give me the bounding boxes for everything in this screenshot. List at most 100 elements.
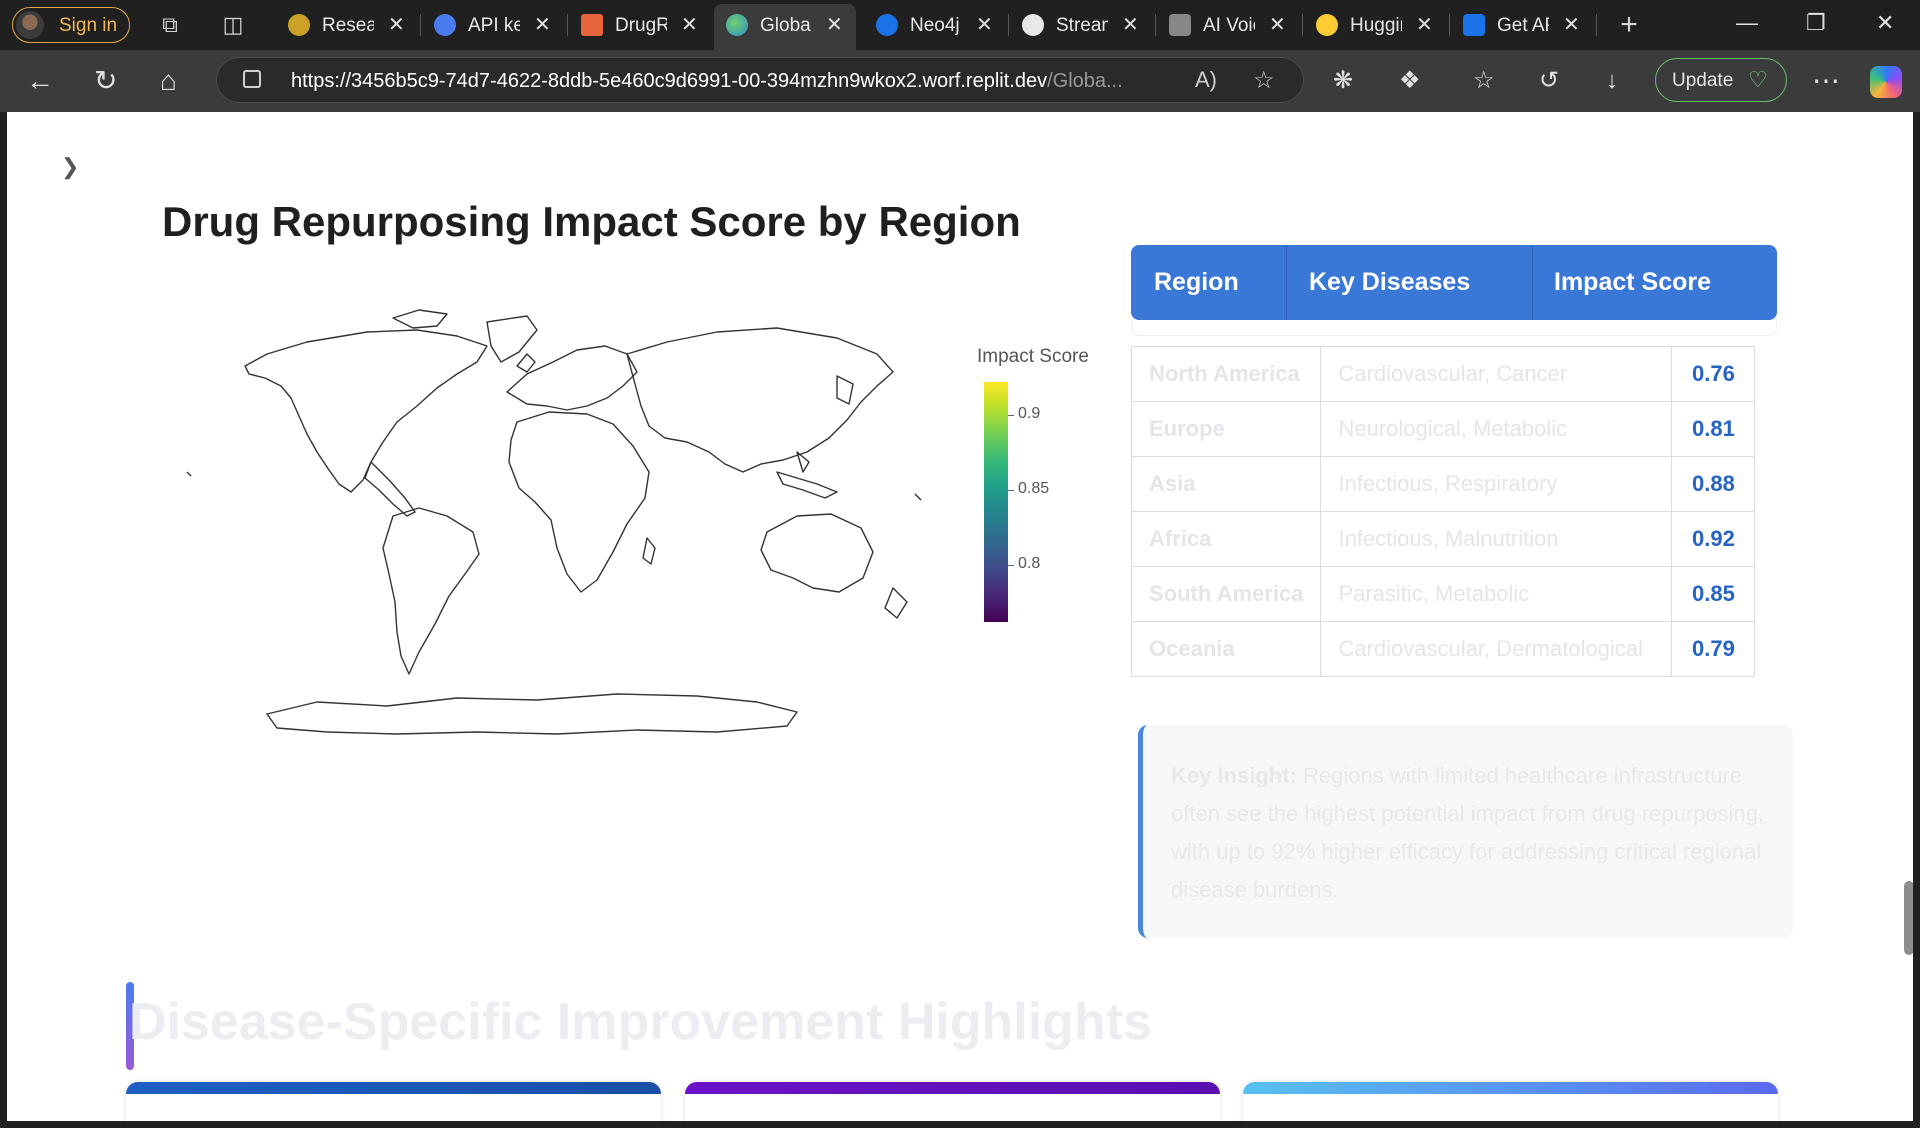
openai-favicon-icon: [1022, 14, 1044, 36]
sign-in-label: Sign in: [59, 15, 118, 36]
close-tab-icon[interactable]: ✕: [1563, 12, 1580, 37]
impact-table: North America Cardiovascular, Cancer 0.7…: [1130, 346, 1756, 677]
close-tab-icon[interactable]: ✕: [1416, 12, 1433, 37]
score-cell: 0.88: [1671, 456, 1756, 512]
table-row: Africa Infectious, Malnutrition 0.92: [1130, 511, 1756, 567]
map-region-antarctica: [266, 693, 798, 735]
score-cell: 0.81: [1671, 401, 1756, 457]
sign-in-button[interactable]: Sign in: [12, 7, 130, 43]
close-tab-icon[interactable]: ✕: [388, 12, 405, 37]
scrollbar-thumb[interactable]: [1904, 881, 1913, 955]
more-options-icon[interactable]: ⋯: [1812, 65, 1840, 97]
table-row: Asia Infectious, Respiratory 0.88: [1130, 456, 1756, 512]
highlight-card[interactable]: [1243, 1082, 1778, 1121]
highlights-section-title: Disease-Specific Improvement Highlights: [129, 993, 1152, 1051]
tab-title: Research: [322, 15, 374, 36]
replit-favicon-icon: [581, 14, 603, 36]
home-icon[interactable]: ⌂: [160, 65, 177, 97]
diseases-cell: Infectious, Respiratory: [1320, 456, 1673, 512]
refresh-icon[interactable]: ↻: [94, 65, 117, 97]
read-aloud-icon[interactable]: A): [1195, 67, 1217, 93]
map-region-africa: [508, 411, 650, 593]
tab-research[interactable]: Research ✕: [276, 4, 418, 46]
tab-neo4j[interactable]: Neo4j A ✕: [864, 4, 1006, 46]
tab-actions-icon[interactable]: ◫: [220, 12, 246, 38]
close-window-icon[interactable]: ✕: [1876, 10, 1894, 36]
globe-favicon-icon: [726, 14, 748, 36]
diseases-cell: Cardiovascular, Cancer: [1320, 346, 1673, 402]
back-icon[interactable]: ←: [26, 65, 54, 97]
tab-stream[interactable]: Stream ✕: [1010, 4, 1152, 46]
research-favicon-icon: [288, 14, 310, 36]
insight-label: Key Insight:: [1171, 763, 1297, 788]
world-map[interactable]: [157, 302, 947, 762]
close-tab-icon[interactable]: ✕: [976, 12, 993, 37]
hugging-face-favicon-icon: [1316, 14, 1338, 36]
table-row: South America Parasitic, Metabolic 0.85: [1130, 566, 1756, 622]
tab-title: Get AP: [1497, 15, 1549, 36]
highlight-card[interactable]: [685, 1082, 1220, 1121]
key-insight-box: Key Insight: Regions with limited health…: [1138, 725, 1793, 938]
map-region-greenland: [486, 315, 538, 363]
restore-icon[interactable]: ❐: [1806, 10, 1826, 36]
minimize-icon[interactable]: —: [1736, 10, 1758, 36]
column-header-key-diseases[interactable]: Key Diseases: [1309, 245, 1470, 320]
score-cell: 0.79: [1671, 621, 1756, 677]
openai-extension-icon[interactable]: ❋: [1333, 65, 1353, 97]
tab-title: Stream: [1056, 15, 1108, 36]
colorbar-title: Impact Score: [977, 346, 1089, 367]
column-header-impact-score[interactable]: Impact Score: [1554, 245, 1711, 320]
colorbar-tick: 0.8: [1018, 555, 1041, 572]
favorite-star-icon[interactable]: ☆: [1253, 66, 1275, 95]
new-tab-icon[interactable]: +: [1616, 10, 1642, 40]
close-tab-icon[interactable]: ✕: [681, 12, 698, 37]
sidebar-expand-chevron-icon[interactable]: ❯: [61, 154, 79, 180]
tab-title: Global: [760, 15, 812, 36]
workspaces-icon[interactable]: ⧉: [157, 12, 183, 38]
close-tab-icon[interactable]: ✕: [534, 12, 551, 37]
tab-ai-voice[interactable]: AI Voic ✕: [1157, 4, 1299, 46]
region-cell: Africa: [1130, 511, 1322, 567]
tab-title: API keys: [468, 15, 520, 36]
map-region-asia: [626, 327, 894, 473]
neo4j-favicon-icon: [876, 14, 898, 36]
page-viewport: ❯ Drug Repurposing Impact Score by Regio…: [7, 112, 1913, 1121]
heart-pulse-icon: ♡: [1748, 67, 1768, 92]
openai-favicon-icon: [434, 14, 456, 36]
tab-title: Neo4j A: [910, 15, 962, 36]
lock-icon[interactable]: [243, 70, 261, 88]
close-tab-icon[interactable]: ✕: [1269, 12, 1286, 37]
region-cell: Asia: [1130, 456, 1322, 512]
diseases-cell: Infectious, Malnutrition: [1320, 511, 1673, 567]
table-row: North America Cardiovascular, Cancer 0.7…: [1130, 346, 1756, 402]
history-icon[interactable]: ↺: [1539, 65, 1559, 97]
update-button[interactable]: Update ♡: [1655, 58, 1787, 102]
tab-drugre[interactable]: DrugRe ✕: [569, 4, 711, 46]
tab-hugging-face[interactable]: Huggin ✕: [1304, 4, 1446, 46]
close-tab-icon[interactable]: ✕: [1122, 12, 1139, 37]
region-cell: South America: [1130, 566, 1322, 622]
extensions-puzzle-icon[interactable]: ❖: [1399, 65, 1421, 97]
map-region-north-america: [244, 329, 488, 493]
favorites-icon[interactable]: ☆: [1473, 65, 1495, 97]
update-label: Update: [1672, 70, 1734, 91]
map-region-south-america: [382, 507, 480, 675]
map-region-oceania: [760, 513, 874, 593]
tab-title: Huggin: [1350, 15, 1402, 36]
column-header-region[interactable]: Region: [1154, 245, 1239, 320]
diseases-cell: Parasitic, Metabolic: [1320, 566, 1673, 622]
table-row: Oceania Cardiovascular, Dermatological 0…: [1130, 621, 1756, 677]
page-scrollbar[interactable]: [1903, 196, 1913, 1121]
copilot-icon[interactable]: [1870, 66, 1902, 98]
tab-title: DrugRe: [615, 15, 667, 36]
close-tab-icon[interactable]: ✕: [826, 12, 843, 37]
downloads-icon[interactable]: ↓: [1606, 65, 1618, 97]
score-cell: 0.92: [1671, 511, 1756, 567]
tab-get-api[interactable]: Get AP ✕: [1451, 4, 1593, 46]
tab-global[interactable]: Global ✕: [714, 4, 856, 50]
tab-api-keys[interactable]: API keys ✕: [422, 4, 564, 46]
highlight-card[interactable]: [126, 1082, 661, 1121]
colorbar-tick: 0.9: [1018, 405, 1041, 422]
url-field[interactable]: https://3456b5c9-74d7-4622-8ddb-5e460c9d…: [216, 57, 1304, 103]
url-text: https://3456b5c9-74d7-4622-8ddb-5e460c9d…: [291, 70, 1123, 92]
